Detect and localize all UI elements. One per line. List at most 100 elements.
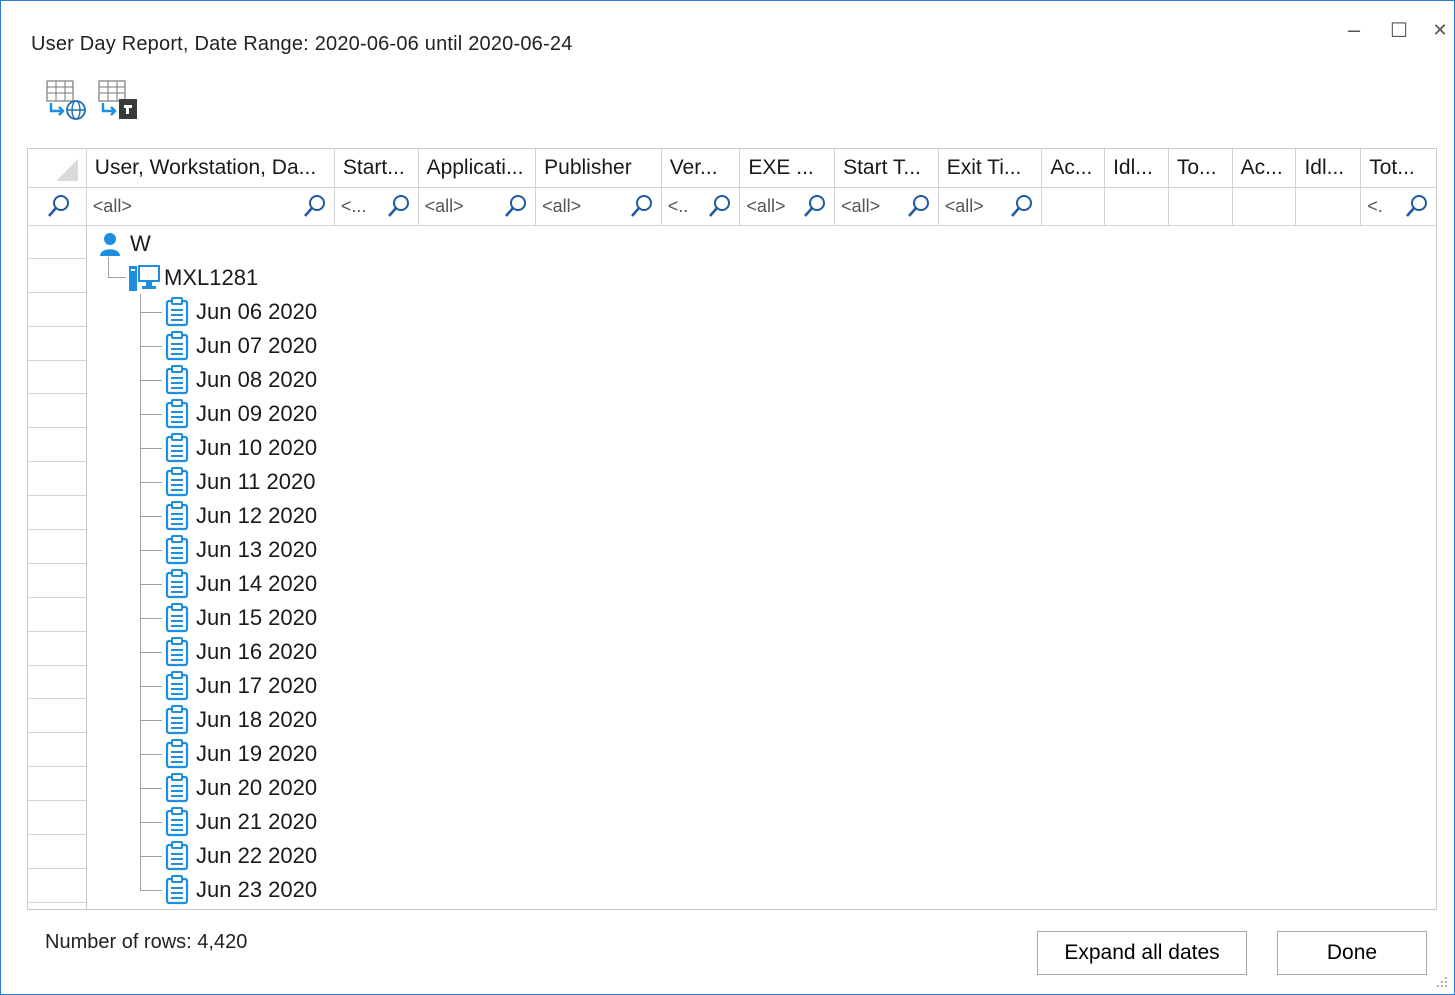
row-count-label: Number of rows: 4,420 — [45, 931, 248, 953]
tree-node-date[interactable]: Jun 14 2020 — [164, 567, 317, 601]
done-button[interactable]: Done — [1277, 931, 1427, 975]
row-indicator[interactable] — [28, 835, 86, 869]
clipboard-icon — [164, 671, 190, 701]
filter-exe[interactable]: <all> — [740, 187, 836, 225]
search-icon[interactable] — [1404, 193, 1430, 219]
row-indicator[interactable] — [28, 767, 86, 802]
clipboard-icon — [164, 773, 190, 803]
tree-node-date[interactable]: Jun 18 2020 — [164, 703, 317, 737]
search-icon[interactable] — [802, 193, 828, 219]
row-indicator[interactable] — [28, 361, 86, 395]
filter-idle[interactable] — [1105, 187, 1169, 225]
row-indicator[interactable] — [28, 632, 86, 666]
export-web-icon[interactable] — [45, 79, 87, 121]
tree-node-date[interactable]: Jun 23 2020 — [164, 873, 317, 907]
search-icon[interactable] — [386, 193, 412, 219]
tree-node-date[interactable]: Jun 12 2020 — [164, 499, 317, 533]
tree-node-date-label: Jun 22 2020 — [196, 843, 318, 868]
clipboard-icon — [164, 331, 190, 361]
maximize-button[interactable]: ☐ — [1384, 15, 1414, 45]
row-indicator[interactable] — [28, 869, 86, 903]
filter-start[interactable]: <... — [335, 187, 419, 225]
filter-version[interactable]: <.. — [662, 187, 741, 225]
column-header-version[interactable]: Ver... — [662, 149, 741, 187]
tree-node-date[interactable]: Jun 08 2020 — [164, 363, 317, 397]
row-indicator[interactable] — [28, 496, 86, 531]
clipboard-icon — [164, 569, 190, 599]
search-icon[interactable] — [302, 193, 328, 219]
row-indicator[interactable] — [28, 530, 86, 564]
tree-node-date[interactable]: Jun 13 2020 — [164, 533, 317, 567]
search-icon[interactable] — [1009, 193, 1035, 219]
resize-grip-icon[interactable] — [1434, 974, 1448, 988]
column-header-application[interactable]: Applicati... — [419, 149, 537, 187]
filter-total[interactable] — [1169, 187, 1233, 225]
row-indicator[interactable] — [28, 801, 86, 836]
column-header-total-2[interactable]: Tot... — [1361, 149, 1436, 187]
row-indicator[interactable] — [28, 225, 86, 259]
filter-exit-time[interactable]: <all> — [939, 187, 1043, 225]
clipboard-icon — [164, 637, 190, 667]
tree-node-date[interactable]: Jun 09 2020 — [164, 397, 317, 431]
column-header-idle-2[interactable]: Idl... — [1296, 149, 1362, 187]
column-header-active[interactable]: Ac... — [1042, 149, 1106, 187]
filter-publisher[interactable]: <all> — [536, 187, 662, 225]
column-header-idle[interactable]: Idl... — [1105, 149, 1169, 187]
row-indicator[interactable] — [28, 327, 86, 361]
expand-all-dates-button[interactable]: Expand all dates — [1037, 931, 1247, 975]
tree-node-date[interactable]: Jun 06 2020 — [164, 295, 317, 329]
search-icon[interactable] — [629, 193, 655, 219]
tree-node-date[interactable]: Jun 07 2020 — [164, 329, 317, 363]
tree-node-date[interactable]: Jun 19 2020 — [164, 737, 317, 771]
clipboard-icon — [164, 433, 190, 463]
export-file-icon[interactable] — [97, 79, 139, 121]
row-indicator[interactable] — [28, 293, 86, 327]
filter-active[interactable] — [1042, 187, 1106, 225]
minimize-button[interactable]: – — [1339, 15, 1369, 45]
filter-total-2[interactable]: <. — [1361, 187, 1436, 225]
column-header-active-2[interactable]: Ac... — [1233, 149, 1297, 187]
tree-node-date[interactable]: Jun 21 2020 — [164, 805, 317, 839]
row-indicator[interactable] — [28, 699, 86, 734]
column-header-exit-time[interactable]: Exit Ti... — [939, 149, 1043, 187]
tree-node-date[interactable]: Jun 11 2020 — [164, 465, 315, 499]
tree-node-date[interactable]: Jun 15 2020 — [164, 601, 317, 635]
filter-active-2[interactable] — [1233, 187, 1297, 225]
filter-row-indicator — [28, 187, 87, 225]
row-indicator[interactable] — [28, 564, 86, 598]
filter-application[interactable]: <all> — [419, 187, 537, 225]
row-indicator[interactable] — [28, 259, 86, 293]
filter-start-time[interactable]: <all> — [835, 187, 939, 225]
tree-node-date[interactable]: Jun 17 2020 — [164, 669, 317, 703]
search-icon[interactable] — [707, 193, 733, 219]
column-header-publisher[interactable]: Publisher — [536, 149, 662, 187]
filter-row: <all> <... <all> <all> <.. <all> <all> <… — [28, 187, 1436, 226]
search-icon[interactable] — [503, 193, 529, 219]
row-indicator[interactable] — [28, 598, 86, 632]
column-header-start-time[interactable]: Start T... — [835, 149, 939, 187]
select-all-corner[interactable] — [28, 149, 87, 187]
row-indicator[interactable] — [28, 394, 86, 429]
search-icon[interactable] — [906, 193, 932, 219]
filter-user[interactable]: <all> — [87, 187, 335, 225]
row-indicator[interactable] — [28, 666, 86, 700]
filter-start-time-value: <all> — [841, 195, 881, 216]
tree-node-user[interactable]: W — [98, 227, 151, 261]
clipboard-icon — [164, 535, 190, 565]
column-header-start[interactable]: Start... — [335, 149, 419, 187]
column-header-exe[interactable]: EXE ... — [740, 149, 836, 187]
tree-node-workstation[interactable]: MXL1281 — [128, 261, 258, 295]
filter-publisher-value: <all> — [542, 195, 582, 216]
filter-idle-2[interactable] — [1296, 187, 1362, 225]
tree-node-date[interactable]: Jun 16 2020 — [164, 635, 317, 669]
column-header-user[interactable]: User, Workstation, Da... — [87, 149, 335, 187]
close-button[interactable]: ✕ — [1425, 15, 1455, 45]
tree-node-date[interactable]: Jun 10 2020 — [164, 431, 317, 465]
column-header-total[interactable]: To... — [1169, 149, 1233, 187]
row-indicator[interactable] — [28, 462, 86, 497]
row-indicator[interactable] — [28, 428, 86, 463]
window-title: User Day Report, Date Range: 2020-06-06 … — [31, 33, 573, 55]
tree-node-date[interactable]: Jun 20 2020 — [164, 771, 317, 805]
tree-node-date[interactable]: Jun 22 2020 — [164, 839, 317, 873]
row-indicator[interactable] — [28, 733, 86, 768]
